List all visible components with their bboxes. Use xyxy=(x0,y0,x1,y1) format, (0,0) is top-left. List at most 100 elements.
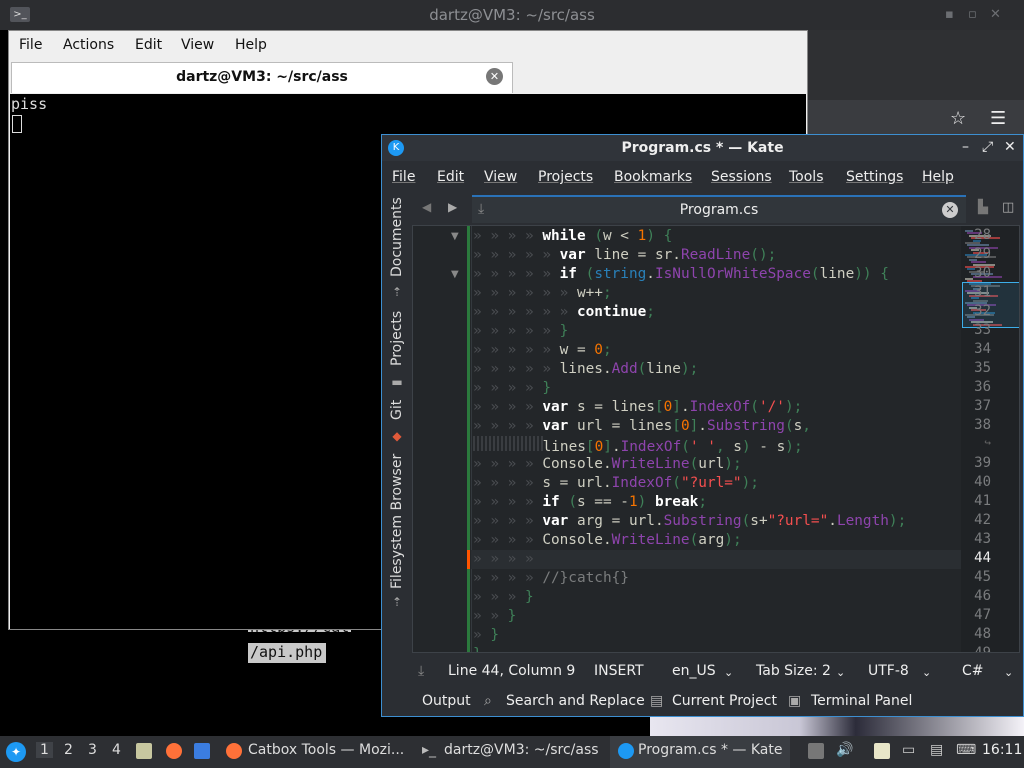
menu-bookmarks[interactable]: Bookmarks xyxy=(614,169,692,185)
menu-edit[interactable]: Edit xyxy=(437,169,464,185)
input-mode[interactable]: INSERT xyxy=(594,663,644,679)
kate-titlebar: K Program.cs * — Kate – ⤢ ✕ xyxy=(382,135,1023,161)
menu-sessions[interactable]: Sessions xyxy=(711,169,772,185)
terminal-panel-button[interactable]: Terminal Panel xyxy=(811,693,912,709)
code-line: » » » » xyxy=(473,551,543,567)
line-number: 46 xyxy=(974,588,991,604)
workspace-4[interactable]: 4 xyxy=(112,742,121,758)
output-panel-button[interactable]: Output xyxy=(422,693,471,709)
line-number: 33 xyxy=(974,322,991,338)
line-number: 38 xyxy=(974,417,991,433)
code-editor[interactable]: 28 ▼ » » » » while (w < 1) {29 » » » » » va… xyxy=(412,225,1020,653)
line-number: 40 xyxy=(974,474,991,490)
pin-icon[interactable]: ▙ xyxy=(978,200,988,215)
document-tab[interactable]: ⤓ Program.cs ✕ xyxy=(472,195,966,223)
close-icon[interactable]: ✕ xyxy=(1004,139,1016,155)
app-launcher-icon[interactable]: ✦ xyxy=(6,742,26,762)
tab-size-selector[interactable]: Tab Size: 2 xyxy=(756,663,831,679)
desktop-icon[interactable] xyxy=(194,743,210,759)
terminal-menu-actions[interactable]: Actions xyxy=(63,37,114,53)
current-line-highlight xyxy=(471,550,961,569)
left-sidebar: Documents ⇡ Projects ▬ Git ◆ Filesystem … xyxy=(384,193,410,653)
maximize-icon[interactable]: ⤢ xyxy=(982,139,993,155)
display-icon[interactable]: ▤ xyxy=(930,742,943,758)
cursor-position[interactable]: Line 44, Column 9 xyxy=(448,663,575,679)
line-number: 29 xyxy=(974,246,991,262)
keyboard-icon[interactable]: ⌨ xyxy=(956,742,976,758)
code-line: » » » » » if (string.IsNullOrWhiteSpace(… xyxy=(473,266,889,282)
line-number: 36 xyxy=(974,379,991,395)
current-project-panel-button[interactable]: Current Project xyxy=(672,693,777,709)
kate-window-title: Program.cs * — Kate xyxy=(621,140,784,156)
dictionary-selector[interactable]: en_US xyxy=(672,663,716,679)
hamburger-menu-icon[interactable]: ☰ xyxy=(990,108,1006,129)
language-selector[interactable]: C# xyxy=(962,663,984,679)
code-line: » » » } xyxy=(473,589,534,605)
chevron-down-icon: ⌄ xyxy=(922,666,932,679)
chevron-down-icon: ⌄ xyxy=(836,666,846,679)
menu-projects[interactable]: Projects xyxy=(538,169,593,185)
code-line: » » » » Console.WriteLine(arg); xyxy=(473,532,742,548)
menu-view[interactable]: View xyxy=(484,169,517,185)
line-number: 34 xyxy=(974,341,991,357)
terminal-window-icon: ▸_ xyxy=(422,742,437,758)
firefox-window-icon xyxy=(226,743,242,759)
taskbar-window-kate[interactable]: Program.cs * — Kate xyxy=(638,742,782,758)
terminal-tab[interactable]: dartz@VM3: ~/src/ass ✕ xyxy=(11,62,513,93)
taskbar-window-firefox[interactable]: Catbox Tools — Mozi... xyxy=(248,742,404,758)
code-line: » » » » » » continue; xyxy=(473,304,655,320)
encoding-selector[interactable]: UTF-8 xyxy=(868,663,909,679)
sidebar-tab-filesystem-browser[interactable]: Filesystem Browser xyxy=(387,451,407,591)
sidebar-tab-documents[interactable]: Documents xyxy=(387,197,407,277)
tab-scroll-right-icon[interactable]: ▶ xyxy=(448,200,457,214)
line-number: 44 xyxy=(974,550,991,566)
terminal-menubar: File Actions Edit View Help xyxy=(9,31,807,59)
maximize-icon[interactable]: ▫ xyxy=(968,7,977,22)
line-number: 39 xyxy=(974,455,991,471)
minimize-icon[interactable]: ▪ xyxy=(945,7,954,22)
project-icon: ▤ xyxy=(650,693,664,709)
line-number: 35 xyxy=(974,360,991,376)
sidebar-tab-projects[interactable]: Projects xyxy=(387,307,407,369)
wallpaper-fragment xyxy=(650,716,1024,736)
menu-tools[interactable]: Tools xyxy=(789,169,824,185)
terminal-menu-view[interactable]: View xyxy=(181,37,214,53)
volume-icon[interactable]: 🔊 xyxy=(836,742,853,758)
workspace-1[interactable]: 1 xyxy=(36,742,53,758)
fold-marker-icon[interactable]: ▼ xyxy=(451,269,459,280)
notes-icon[interactable] xyxy=(874,743,890,759)
network-icon[interactable]: ▭ xyxy=(902,742,915,758)
taskbar-window-terminal[interactable]: dartz@VM3: ~/src/ass xyxy=(444,742,599,758)
sidebar-tab-git[interactable]: Git xyxy=(387,397,407,423)
line-number-gutter xyxy=(413,226,472,652)
split-view-icon[interactable]: ◫ xyxy=(1002,200,1014,215)
search-replace-panel-button[interactable]: Search and Replace xyxy=(506,693,645,709)
minimize-icon[interactable]: – xyxy=(962,139,969,155)
line-number: 37 xyxy=(974,398,991,414)
clipboard-icon[interactable] xyxy=(808,743,824,759)
fold-marker-icon[interactable]: ▼ xyxy=(451,231,459,242)
line-number: 43 xyxy=(974,531,991,547)
close-tab-icon[interactable]: ✕ xyxy=(942,202,958,218)
line-number: ↪ xyxy=(984,436,991,449)
menu-settings[interactable]: Settings xyxy=(846,169,903,185)
clock[interactable]: 16:11 xyxy=(982,742,1022,758)
close-tab-icon[interactable]: ✕ xyxy=(486,68,503,85)
close-icon[interactable]: ✕ xyxy=(990,7,1001,22)
tab-scroll-left-icon[interactable]: ◀ xyxy=(422,200,431,214)
folder-icon: ▬ xyxy=(391,375,403,389)
terminal-menu-file[interactable]: File xyxy=(19,37,42,53)
terminal-menu-edit[interactable]: Edit xyxy=(135,37,162,53)
terminal-tab-title: dartz@VM3: ~/src/ass xyxy=(176,69,348,85)
line-number: 42 xyxy=(974,512,991,528)
modified-lines-marker xyxy=(467,226,470,652)
firefox-icon[interactable] xyxy=(166,743,182,759)
menu-file[interactable]: File xyxy=(392,169,415,185)
workspace-3[interactable]: 3 xyxy=(88,742,97,758)
terminal-icon: ▣ xyxy=(788,693,802,709)
workspace-2[interactable]: 2 xyxy=(64,742,73,758)
menu-help[interactable]: Help xyxy=(922,169,954,185)
terminal-menu-help[interactable]: Help xyxy=(235,37,267,53)
star-icon[interactable]: ☆ xyxy=(950,108,966,129)
file-manager-icon[interactable] xyxy=(136,743,152,759)
